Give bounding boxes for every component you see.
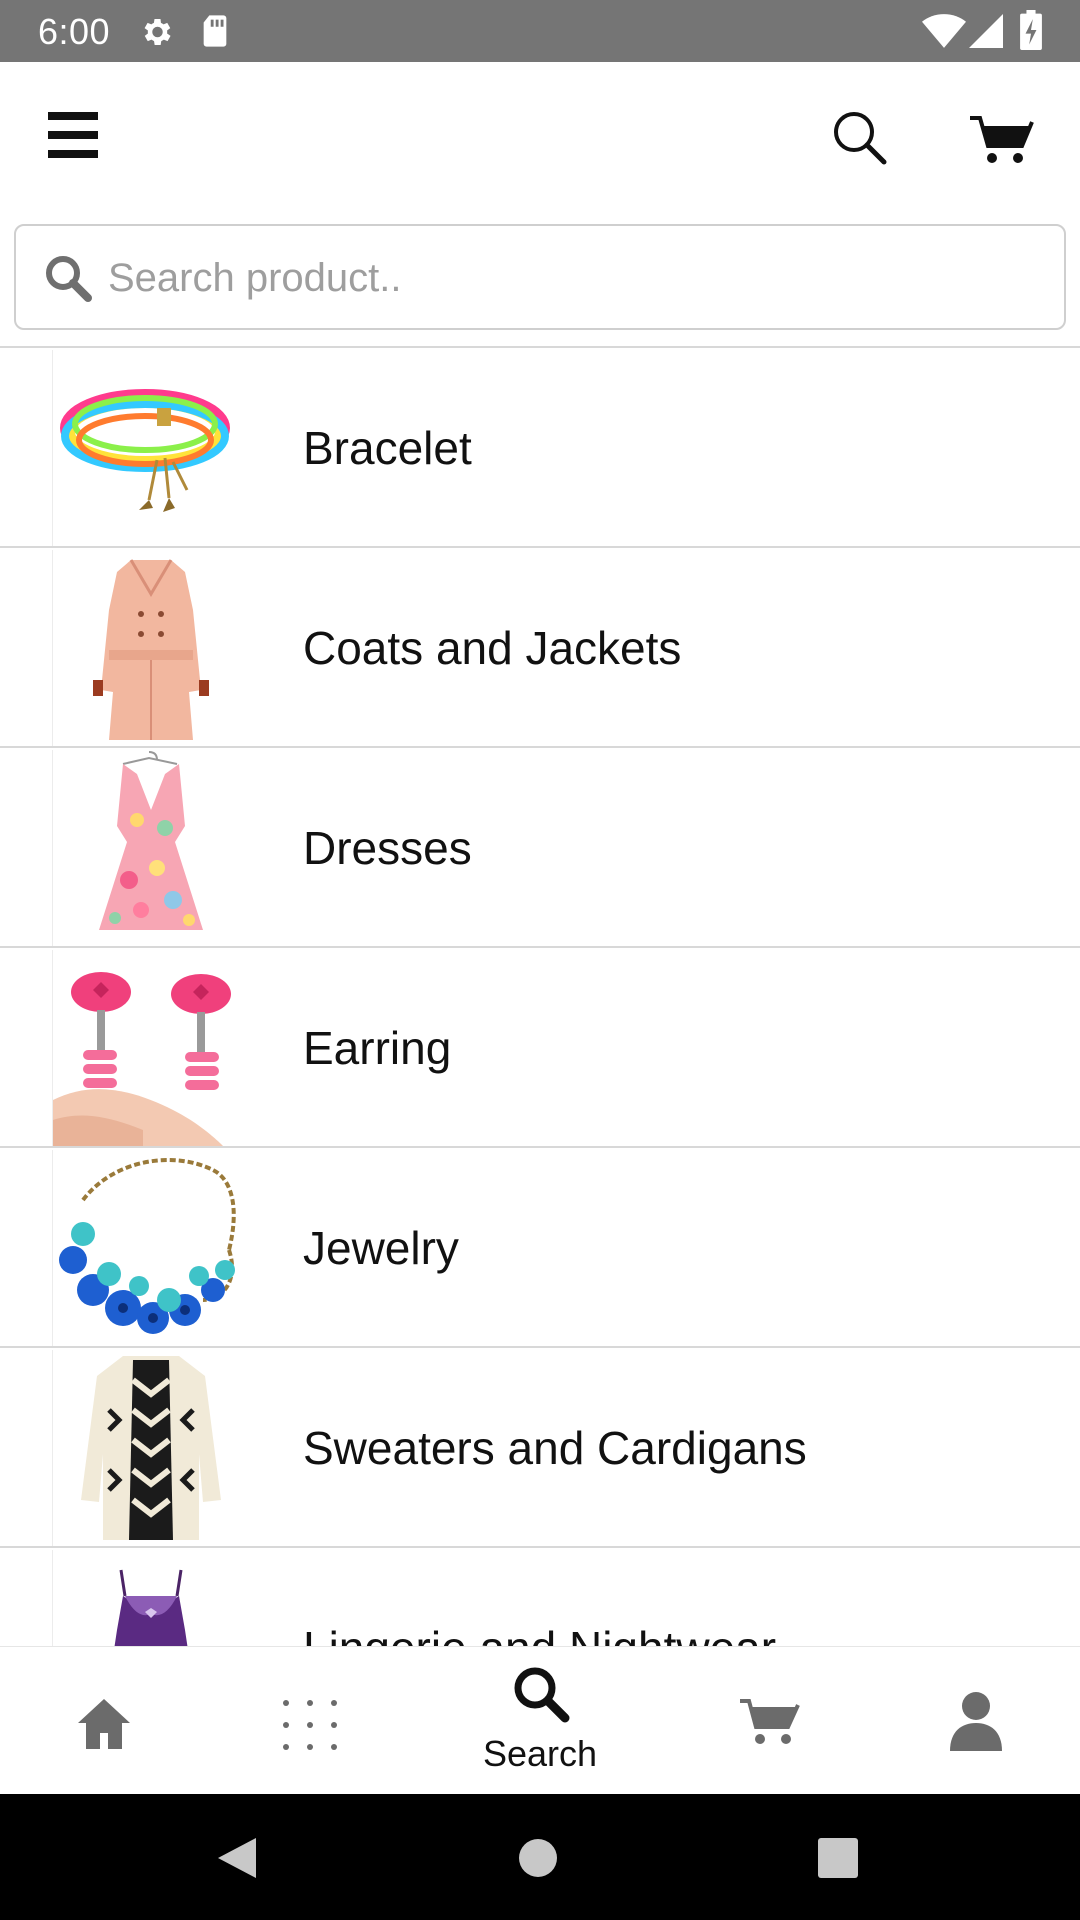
lingerie-thumbnail	[52, 1550, 248, 1646]
signal-icon	[969, 14, 1003, 48]
search-icon	[46, 256, 92, 302]
back-icon[interactable]	[216, 1836, 258, 1880]
earring-thumbnail	[52, 950, 248, 1146]
status-bar: 6:00	[0, 0, 1080, 62]
nav-account[interactable]	[896, 1647, 1056, 1795]
search-input[interactable]	[108, 246, 1048, 310]
nav-search-label: Search	[482, 1733, 598, 1774]
sd-card-icon	[203, 15, 227, 47]
recents-icon[interactable]	[818, 1838, 858, 1878]
top-app-bar	[0, 62, 1080, 210]
list-item[interactable]: Earring	[0, 948, 1080, 1148]
system-navigation-bar	[0, 1794, 1080, 1920]
list-item[interactable]: Dresses	[0, 748, 1080, 948]
bottom-navigation: Search	[0, 1646, 1080, 1794]
list-item-label: Earring	[303, 1022, 452, 1074]
list-item[interactable]: Lingerie and Nightwear	[0, 1548, 1080, 1646]
list-item[interactable]: Coats and Jackets	[0, 548, 1080, 748]
dress-thumbnail	[52, 750, 248, 946]
necklace-thumbnail	[52, 1150, 248, 1346]
list-item-label: Bracelet	[303, 422, 472, 474]
list-item-label: Dresses	[303, 822, 472, 874]
cart-icon	[740, 1699, 800, 1744]
category-list[interactable]: Bracelet Coats and Jackets Dresses Earri…	[0, 346, 1080, 1646]
wifi-icon	[922, 14, 966, 48]
cardigan-thumbnail	[52, 1350, 248, 1546]
search-icon	[514, 1667, 570, 1723]
list-item[interactable]: Sweaters and Cardigans	[0, 1348, 1080, 1548]
nav-search[interactable]: Search	[430, 1647, 650, 1795]
grid-dots-icon	[283, 1700, 337, 1750]
search-icon[interactable]	[832, 110, 888, 166]
nav-home[interactable]	[24, 1647, 184, 1795]
person-icon	[950, 1692, 1002, 1751]
list-item[interactable]: Bracelet	[0, 348, 1080, 548]
search-field[interactable]	[14, 224, 1066, 330]
gear-icon	[144, 18, 171, 46]
status-time: 6:00	[38, 11, 111, 52]
battery-icon	[1020, 10, 1042, 50]
list-item[interactable]: Jewelry	[0, 1148, 1080, 1348]
bracelet-thumbnail	[52, 350, 248, 546]
home-icon	[78, 1699, 130, 1749]
nav-cart[interactable]	[690, 1647, 850, 1795]
coat-thumbnail	[52, 550, 248, 746]
cart-icon[interactable]	[970, 114, 1034, 166]
nav-categories[interactable]	[230, 1647, 390, 1795]
home-circle-icon[interactable]	[518, 1838, 558, 1878]
list-item-label: Jewelry	[303, 1222, 459, 1274]
hamburger-menu-icon[interactable]	[48, 110, 100, 162]
list-item-label: Coats and Jackets	[303, 622, 682, 674]
list-item-label: Sweaters and Cardigans	[303, 1422, 807, 1474]
list-item-label: Lingerie and Nightwear	[303, 1548, 776, 1646]
